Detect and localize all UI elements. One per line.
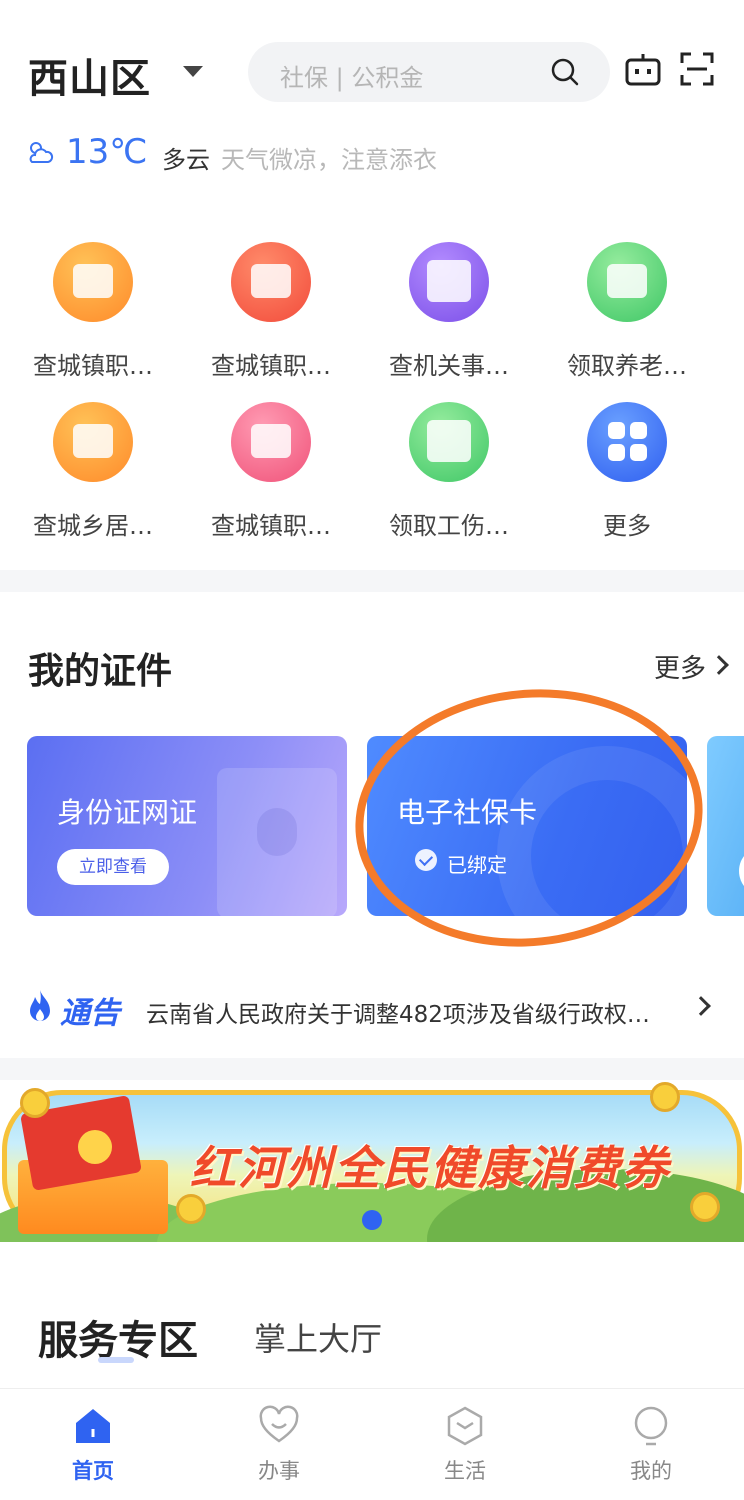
coin-icon <box>650 1082 680 1112</box>
header: 西山区 社保 | 公积金 <box>0 0 744 130</box>
weather-bar: 13℃ 多云 天气微凉，注意添衣 <box>26 132 726 176</box>
credentials-more-link[interactable]: 更多 <box>653 648 729 685</box>
pension-card-icon <box>587 242 667 322</box>
chevron-right-icon <box>691 996 711 1016</box>
id-card[interactable]: 身份证网证 立即查看 <box>27 736 347 916</box>
coin-icon <box>176 1194 206 1224</box>
notice-bar[interactable]: 通告 云南省人民政府关于调整482项涉及省级行政权… <box>0 975 744 1041</box>
service-label: 查城镇职… <box>211 512 331 540</box>
more-label: 更多 <box>653 654 706 684</box>
carousel-indicator <box>362 1210 382 1230</box>
section-divider <box>0 1058 744 1080</box>
weather-tip: 天气微凉，注意添衣 <box>221 146 437 174</box>
nav-item-life[interactable]: 生活 <box>372 1389 558 1500</box>
elderly-more-icon <box>231 402 311 482</box>
temperature: 13℃ <box>66 132 148 172</box>
cloudy-icon <box>29 142 54 163</box>
elderly-insurance-icon <box>53 242 133 322</box>
nav-label: 生活 <box>444 1459 486 1483</box>
annotation-circle <box>342 672 716 964</box>
coin-icon <box>20 1088 50 1118</box>
view-now-button[interactable]: 立即查看 <box>57 849 169 885</box>
service-item[interactable]: 查城镇职… <box>178 232 364 392</box>
service-item[interactable]: 查机关事… <box>356 232 542 392</box>
nav-item-profile[interactable]: 我的 <box>558 1389 744 1500</box>
service-item[interactable]: 查城镇职… <box>178 392 364 552</box>
service-label: 查城乡居… <box>33 512 153 540</box>
robot-icon[interactable] <box>624 52 662 88</box>
next-card-peek[interactable] <box>707 736 744 916</box>
service-label: 查城镇职… <box>33 352 153 380</box>
chevron-right-icon <box>709 655 729 675</box>
service-label: 更多 <box>603 512 651 540</box>
tab-mobile-hall[interactable]: 掌上大厅 <box>254 1314 382 1360</box>
heart-icon <box>259 1405 299 1443</box>
card-decoration <box>739 846 744 896</box>
profile-icon <box>634 1406 668 1446</box>
nav-label: 办事 <box>258 1459 300 1483</box>
service-item[interactable]: 查城镇职… <box>0 232 186 392</box>
service-label: 领取工伤… <box>389 512 509 540</box>
fire-icon <box>30 990 50 1021</box>
more-grid-icon <box>587 402 667 482</box>
credentials-title: 我的证件 <box>28 651 173 692</box>
caret-down-icon[interactable] <box>183 66 203 77</box>
card-title: 身份证网证 <box>57 796 198 829</box>
search-bar[interactable]: 社保 | 公积金 <box>248 42 610 102</box>
nav-item-services[interactable]: 办事 <box>186 1389 372 1500</box>
nav-label: 我的 <box>630 1459 672 1483</box>
id-photo-decoration <box>217 768 337 916</box>
service-item-more[interactable]: 更多 <box>534 392 720 552</box>
search-icon[interactable] <box>550 57 580 87</box>
nav-item-home[interactable]: 首页 <box>0 1389 186 1500</box>
service-item[interactable]: 领取工伤… <box>356 392 542 552</box>
payment-query-icon <box>409 242 489 322</box>
service-label: 查城镇职… <box>211 352 331 380</box>
promo-banner[interactable]: 红河州全民健康消费券 <box>0 1082 744 1242</box>
coin-icon <box>690 1192 720 1222</box>
home-icon <box>76 1409 110 1443</box>
scan-icon[interactable] <box>680 52 714 86</box>
life-icon <box>447 1406 483 1446</box>
service-item[interactable]: 查城乡居… <box>0 392 186 552</box>
tab-underline <box>98 1357 134 1363</box>
nav-label: 首页 <box>72 1459 114 1483</box>
service-label: 领取养老… <box>567 352 687 380</box>
weather-condition: 多云 <box>162 146 210 174</box>
service-item[interactable]: 领取养老… <box>534 232 720 392</box>
unemployment-insurance-icon <box>231 242 311 322</box>
notice-text: 云南省人民政府关于调整482项涉及省级行政权… <box>146 1002 650 1028</box>
service-label: 查机关事… <box>389 352 509 380</box>
banner-title: 红河州全民健康消费券 <box>190 1141 670 1195</box>
notice-tag: 通告 <box>60 996 120 1031</box>
search-placeholder: 社保 | 公积金 <box>280 64 424 92</box>
district-selector[interactable]: 西山区 <box>28 46 151 104</box>
work-injury-icon <box>409 402 489 482</box>
coin-icon <box>78 1130 112 1164</box>
bottom-nav: 首页 办事 生活 我的 <box>0 1388 744 1500</box>
residence-info-icon <box>53 402 133 482</box>
section-divider <box>0 570 744 592</box>
